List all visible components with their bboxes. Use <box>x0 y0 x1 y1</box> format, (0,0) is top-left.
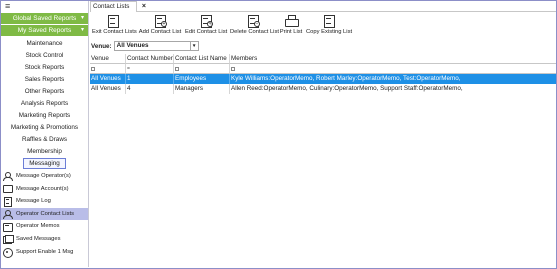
grid-filter-row: = <box>90 64 556 74</box>
table-row[interactable]: All Venues 1 Employees Kyle Williams:Ope… <box>90 74 556 84</box>
sidebar-item-operator-contact-lists[interactable]: Operator Contact Lists <box>1 207 88 221</box>
contacts-icon <box>3 210 13 220</box>
chat-bubble-icon <box>3 184 13 193</box>
printer-icon <box>284 15 299 27</box>
sidebar-item-marketing-promotions[interactable]: Marketing & Promotions <box>1 122 88 134</box>
grid-header-row: Venue Contact Number Contact List Name M… <box>90 54 556 64</box>
saved-messages-icon <box>3 235 14 245</box>
memo-icon <box>3 222 13 232</box>
toolbar: Exit Contact Lists + Add Contact List ✎ … <box>90 14 556 39</box>
edit-contact-list-button[interactable]: ✎ Edit Contact List <box>185 14 227 39</box>
exit-contact-lists-button[interactable]: Exit Contact Lists <box>92 14 137 39</box>
sidebar-item-message-log[interactable]: Message Log <box>1 195 88 208</box>
sidebar: ≡ Global Saved Reports ▾ My Saved Report… <box>1 1 89 267</box>
sidebar-item-maintenance[interactable]: Maintenance <box>1 38 88 50</box>
sidebar-item-sales-reports[interactable]: Sales Reports <box>1 74 88 86</box>
sidebar-item-stock-reports[interactable]: Stock Reports <box>1 62 88 74</box>
filter-cell-venue[interactable] <box>90 64 126 74</box>
venue-label: Venue: <box>91 42 112 50</box>
filter-cell-contact-list-name[interactable] <box>174 64 230 74</box>
chevron-down-icon: ▾ <box>80 27 84 33</box>
delete-icon: − <box>246 15 260 28</box>
add-contact-list-button[interactable]: + Add Contact List <box>138 14 182 39</box>
hamburger-menu-icon[interactable]: ≡ <box>1 1 88 12</box>
sidebar-item-marketing-reports[interactable]: Marketing Reports <box>1 110 88 122</box>
contact-lists-grid: Venue Contact Number Contact List Name M… <box>90 54 556 94</box>
my-saved-reports-label: My Saved Reports <box>17 27 72 34</box>
column-header-members[interactable]: Members <box>230 54 556 64</box>
edit-icon: ✎ <box>199 15 213 28</box>
add-icon: + <box>153 15 167 28</box>
filter-cell-members[interactable] <box>230 64 556 74</box>
global-saved-reports-button[interactable]: Global Saved Reports ▾ <box>1 13 88 24</box>
venue-value: All Venues <box>116 42 149 49</box>
column-header-contact-list-name[interactable]: Contact List Name <box>174 54 230 64</box>
venue-filter: Venue: All Venues ▾ <box>91 41 199 51</box>
log-icon <box>3 197 12 208</box>
exit-icon <box>106 15 120 28</box>
sidebar-item-membership[interactable]: Membership <box>1 146 88 158</box>
chevron-down-icon[interactable]: ▾ <box>189 42 198 50</box>
sidebar-item-other-reports[interactable]: Other Reports <box>1 86 88 98</box>
global-saved-reports-label: Global Saved Reports <box>12 15 77 22</box>
sidebar-item-analysis-reports[interactable]: Analysis Reports <box>1 98 88 110</box>
sidebar-item-support-enable[interactable]: Support Enable 1 Msg <box>1 246 88 259</box>
sidebar-item-stock-control[interactable]: Stock Control <box>1 50 88 62</box>
sidebar-item-saved-messages[interactable]: Saved Messages <box>1 233 88 246</box>
main-panel: Contact Lists × Exit Contact Lists + Add… <box>90 1 556 267</box>
sidebar-item-raffles-draws[interactable]: Raffles & Draws <box>1 134 88 146</box>
delete-contact-list-button[interactable]: − Delete Contact List <box>230 14 279 39</box>
sidebar-item-messaging[interactable]: Messaging <box>1 158 88 170</box>
sidebar-item-message-operators[interactable]: Message Operator(s) <box>1 170 88 183</box>
sidebar-item-operator-memos[interactable]: Operator Memos <box>1 220 88 233</box>
column-header-venue[interactable]: Venue <box>90 54 126 64</box>
print-list-button[interactable]: Print List <box>279 14 303 39</box>
table-row[interactable]: All Venues 4 Managers Allen Reed:Operato… <box>90 84 556 94</box>
copy-existing-list-button[interactable]: Copy Existing List <box>306 14 352 39</box>
support-icon <box>3 247 13 258</box>
sidebar-item-message-accounts[interactable]: Message Account(s) <box>1 183 88 196</box>
close-icon[interactable]: × <box>142 2 146 12</box>
tab-bar: Contact Lists × <box>90 1 556 12</box>
my-saved-reports-button[interactable]: My Saved Reports ▾ <box>1 25 88 36</box>
tab-label: Contact Lists <box>93 3 130 10</box>
person-icon <box>3 172 13 182</box>
chevron-down-icon: ▾ <box>80 15 84 21</box>
tab-contact-lists[interactable]: Contact Lists × <box>90 1 146 12</box>
venue-select[interactable]: All Venues ▾ <box>113 41 199 51</box>
column-header-contact-number[interactable]: Contact Number <box>126 54 174 64</box>
filter-cell-contact-number[interactable]: = <box>126 64 174 74</box>
copy-icon <box>322 15 336 28</box>
